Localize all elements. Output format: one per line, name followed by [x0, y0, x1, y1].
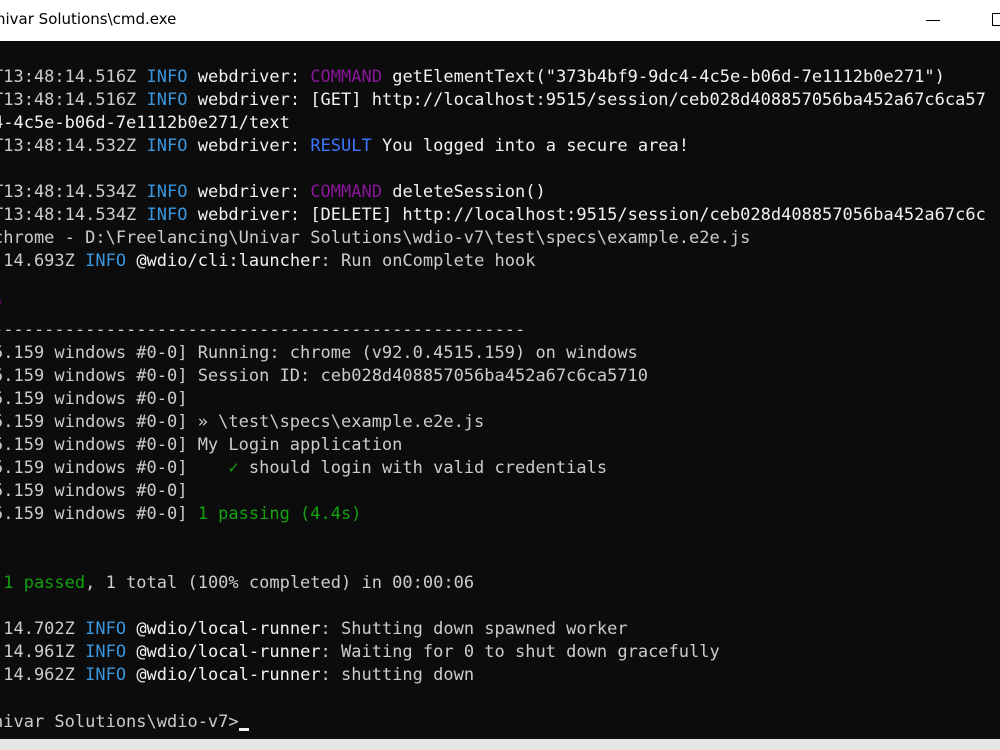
log-source: webdriver: — [187, 182, 311, 202]
terminal-line: T13:48:14.532Z INFO webdriver: RESULT Yo… — [0, 135, 689, 158]
command-prompt[interactable]: nivar Solutions\wdio-v7> — [0, 711, 249, 734]
terminal-line: 5.159 windows #0-0] ✓ should login with … — [0, 457, 607, 480]
log-message: : Waiting for 0 to shut down gracefully — [320, 642, 720, 662]
terminal-line: T13:48:14.516Z INFO webdriver: [GET] htt… — [0, 89, 986, 112]
log-level: INFO — [85, 665, 127, 685]
log-command-tag: COMMAND — [310, 67, 382, 87]
window-title: nivar Solutions\cmd.exe — [0, 10, 177, 28]
minimize-icon — [926, 20, 940, 21]
log-message: 5.159 windows #0-0] — [0, 389, 188, 409]
log-result-tag: RESULT — [310, 136, 372, 156]
text-cursor — [238, 728, 249, 731]
terminal-separator: ----------------------------------------… — [0, 319, 525, 342]
log-source: @wdio/cli:launcher — [126, 251, 321, 271]
terminal-line: 5.159 windows #0-0] Running: chrome (v92… — [0, 342, 638, 365]
terminal-line: :14.702Z INFO @wdio/local-runner: Shutti… — [0, 618, 628, 641]
maximize-button[interactable] — [968, 0, 1000, 41]
log-message: deleteSession() — [381, 182, 546, 202]
window-bottom-edge — [0, 739, 1000, 750]
log-source: @wdio/local-runner — [126, 665, 321, 685]
terminal-line: T13:48:14.534Z INFO webdriver: COMMAND d… — [0, 181, 546, 204]
log-source: webdriver: — [187, 136, 311, 156]
log-message: 4-4c5e-b06d-7e1112b0e271/text — [0, 113, 290, 133]
passed-count: '1 passed — [0, 573, 86, 593]
log-message: 5.159 windows #0-0] Session ID: ceb028d4… — [0, 366, 649, 386]
log-timestamp: T13:48:14.534Z — [0, 205, 147, 225]
log-level: INFO — [85, 642, 127, 662]
terminal-line: chrome - D:\Freelancing\Univar Solutions… — [0, 227, 750, 250]
log-message: [DELETE] http://localhost:9515/session/c… — [310, 205, 986, 225]
terminal-line: 5.159 windows #0-0] — [0, 388, 187, 411]
log-source: @wdio/local-runner — [126, 642, 321, 662]
minimize-button[interactable] — [910, 0, 956, 41]
log-timestamp: :14.962Z — [0, 665, 86, 685]
log-message: , 1 total (100% completed) in 00:00:06 — [85, 573, 475, 593]
terminal-line: :14.962Z INFO @wdio/local-runner: shutti… — [0, 664, 474, 687]
terminal-line: :14.693Z INFO @wdio/cli:launcher: Run on… — [0, 250, 535, 273]
log-timestamp: :14.693Z — [0, 251, 86, 271]
log-message: 5.159 windows #0-0] — [0, 458, 229, 478]
passing-summary: 1 passing (4.4s) — [197, 504, 362, 524]
log-message: [GET] http://localhost:9515/session/ceb0… — [310, 90, 986, 110]
log-source: webdriver: — [187, 205, 311, 225]
log-level: INFO — [146, 205, 188, 225]
maximize-icon — [992, 13, 1000, 26]
log-timestamp: T13:48:14.534Z — [0, 182, 147, 202]
log-message: getElementText("373b4bf9-9dc4-4c5e-b06d-… — [381, 67, 945, 87]
separator-text: ----------------------------------------… — [0, 320, 526, 340]
log-level: INFO — [146, 90, 188, 110]
log-source: webdriver: — [187, 90, 311, 110]
log-timestamp: T13:48:14.532Z — [0, 136, 147, 156]
log-level: INFO — [85, 619, 127, 639]
log-message: : Shutting down spawned worker — [320, 619, 628, 639]
log-command-tag: COMMAND — [310, 182, 382, 202]
log-level: INFO — [146, 67, 188, 87]
log-message: : Run onComplete hook — [320, 251, 536, 271]
log-timestamp: :14.961Z — [0, 642, 86, 662]
terminal-line: 4-4c5e-b06d-7e1112b0e271/text — [0, 112, 290, 135]
log-level: INFO — [146, 136, 188, 156]
log-message: 5.159 windows #0-0] Running: chrome (v92… — [0, 343, 638, 363]
log-level: INFO — [146, 182, 188, 202]
log-message: 5.159 windows #0-0] My Login application — [0, 435, 403, 455]
log-message: chrome - D:\Freelancing\Univar Solutions… — [0, 228, 751, 248]
terminal-line: '1 passed, 1 total (100% completed) in 0… — [0, 572, 474, 595]
log-message: You logged into a secure area! — [371, 136, 690, 156]
terminal-line: " — [0, 296, 3, 319]
title-bar[interactable]: nivar Solutions\cmd.exe — [0, 0, 1000, 41]
log-level: INFO — [85, 251, 127, 271]
terminal-line: T13:48:14.534Z INFO webdriver: [DELETE] … — [0, 204, 986, 227]
cmd-window: nivar Solutions\cmd.exe T13:48:14.516Z I… — [0, 0, 1000, 750]
log-message: " — [0, 297, 3, 317]
log-timestamp: :14.702Z — [0, 619, 86, 639]
terminal-line: T13:48:14.516Z INFO webdriver: COMMAND g… — [0, 66, 945, 89]
terminal-output[interactable]: T13:48:14.516Z INFO webdriver: COMMAND g… — [0, 41, 1000, 739]
terminal-line: 5.159 windows #0-0] My Login application — [0, 434, 402, 457]
log-timestamp: T13:48:14.516Z — [0, 90, 147, 110]
terminal-line: :14.961Z INFO @wdio/local-runner: Waitin… — [0, 641, 720, 664]
terminal-line: 5.159 windows #0-0] — [0, 480, 187, 503]
terminal-line: 5.159 windows #0-0] Session ID: ceb028d4… — [0, 365, 648, 388]
log-source: @wdio/local-runner — [126, 619, 321, 639]
terminal-line: 5.159 windows #0-0] » \test\specs\exampl… — [0, 411, 484, 434]
log-source: webdriver: — [187, 67, 311, 87]
log-message: should login with valid credentials — [238, 458, 608, 478]
log-timestamp: T13:48:14.516Z — [0, 67, 147, 87]
log-message: 5.159 windows #0-0] — [0, 481, 188, 501]
log-message: 5.159 windows #0-0] — [0, 504, 198, 524]
prompt-path: nivar Solutions\wdio-v7> — [0, 712, 239, 732]
log-message: : shutting down — [320, 665, 475, 685]
check-icon: ✓ — [228, 458, 239, 478]
terminal-line: 5.159 windows #0-0] 1 passing (4.4s) — [0, 503, 361, 526]
log-message: 5.159 windows #0-0] » \test\specs\exampl… — [0, 412, 485, 432]
